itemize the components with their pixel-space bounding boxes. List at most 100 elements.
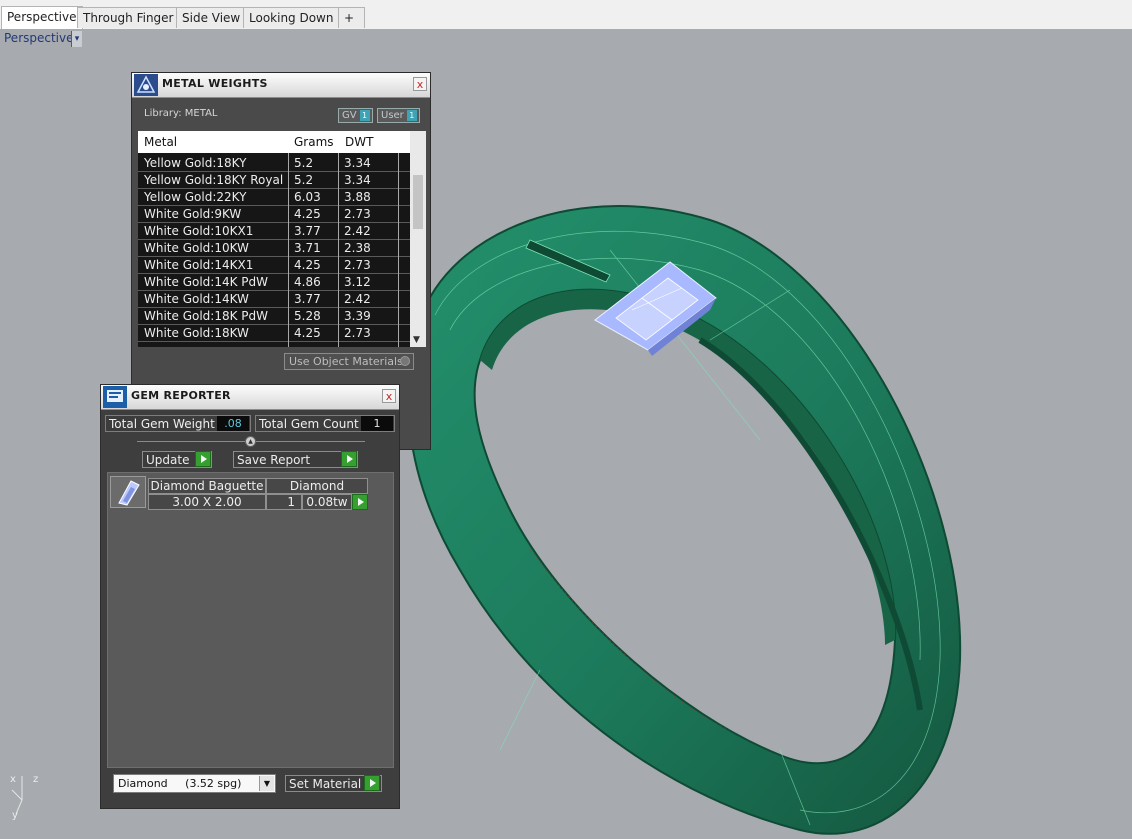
save-report-button[interactable]: Save Report — [233, 451, 358, 468]
col-divider — [288, 153, 289, 347]
metal-table-row[interactable]: White Gold:14KW 3.77 2.42 — [138, 291, 410, 308]
metal-name-cell: White Gold:18K PdW — [144, 309, 269, 323]
metal-table-scrollbar[interactable]: ▼ — [410, 131, 426, 347]
viewport-tab-bar: Perspective Through Finger Side View Loo… — [0, 0, 1132, 30]
tab-through-finger[interactable]: Through Finger — [77, 7, 180, 28]
metal-grams-cell: 6.03 — [294, 190, 321, 204]
tab-perspective[interactable]: Perspective — [1, 6, 83, 30]
col-dwt-header[interactable]: DWT — [345, 135, 373, 149]
tab-looking-down[interactable]: Looking Down — [243, 7, 340, 28]
gem-size-cell: 3.00 X 2.00 — [148, 494, 266, 510]
baguette-gem-icon — [118, 480, 140, 506]
scrollbar-thumb[interactable] — [413, 175, 423, 229]
gem-material-cell: Diamond — [266, 478, 368, 494]
gem-thumbnail[interactable] — [110, 476, 146, 508]
metal-dwt-cell: 2.73 — [344, 207, 371, 221]
world-axis-icon: z x y — [8, 770, 48, 823]
update-play-icon[interactable] — [195, 451, 211, 467]
save-report-play-icon[interactable] — [341, 451, 357, 467]
metal-weights-title: METAL WEIGHTS — [162, 77, 268, 90]
total-gem-count-label: Total Gem Count — [259, 417, 359, 431]
material-select-value: Diamond (3.52 spg) — [118, 777, 242, 790]
use-object-materials-label: Use Object Materials — [289, 355, 403, 368]
metal-name-cell: White Gold:14KX1 — [144, 258, 254, 272]
tab-side-view[interactable]: Side View — [176, 7, 247, 28]
metal-table-row[interactable]: White Gold:18K PdW 5.28 3.39 — [138, 308, 410, 325]
set-material-play-icon[interactable] — [364, 775, 380, 791]
library-label: Library: METAL — [144, 108, 218, 119]
metal-dwt-cell: 2.42 — [344, 224, 371, 238]
metal-weights-close-icon[interactable]: x — [413, 77, 427, 91]
metal-table-row[interactable]: White Gold:14KX1 4.25 2.73 — [138, 257, 410, 274]
metal-table-row[interactable]: White Gold:9KW 4.25 2.73 — [138, 206, 410, 223]
metal-grams-cell: 5.28 — [294, 309, 321, 323]
user-indicator: 1 — [406, 110, 417, 121]
chevron-down-icon[interactable]: ▼ — [259, 776, 274, 791]
gem-row-play-icon[interactable] — [352, 494, 368, 510]
gv-toggle-label: GV — [342, 110, 357, 121]
metal-grams-cell: 5.2 — [294, 173, 314, 187]
metal-table-row[interactable]: White Gold:10KX1 3.77 2.42 — [138, 223, 410, 240]
user-toggle[interactable]: User 1 — [377, 108, 420, 123]
metal-name-cell: White Gold:10KW — [144, 241, 249, 255]
viewport-menu-chevron-icon[interactable]: ▾ — [71, 31, 82, 47]
update-label: Update — [146, 453, 190, 467]
metal-weights-titlebar[interactable]: METAL WEIGHTS x — [132, 73, 430, 98]
metal-table-row[interactable]: Yellow Gold:18KY 5.2 3.34 — [138, 155, 410, 172]
metal-grams-cell: 4.86 — [294, 275, 321, 289]
metal-name-cell: Yellow Gold:18KY — [144, 156, 247, 170]
metal-dwt-cell: 2.73 — [344, 326, 371, 340]
use-object-materials-button[interactable]: Use Object Materials — [284, 353, 414, 370]
material-select[interactable]: Diamond (3.52 spg) ▼ — [113, 774, 276, 793]
metal-table-row[interactable]: White Gold:14K PdW 4.86 3.12 — [138, 274, 410, 291]
gv-indicator: 1 — [359, 110, 370, 121]
splitter-handle-icon[interactable]: ▲ — [245, 436, 256, 447]
metal-dwt-cell: 3.12 — [344, 275, 371, 289]
add-tab-button[interactable]: + — [338, 7, 365, 28]
gem-reporter-icon — [103, 386, 127, 408]
metal-grams-cell: 4.25 — [294, 326, 321, 340]
metal-grams-cell: 5.2 — [294, 156, 314, 170]
metal-name-cell: White Gold:9KW — [144, 207, 242, 221]
metal-grams-cell: 4.25 — [294, 258, 321, 272]
gem-reporter-titlebar[interactable]: GEM REPORTER x — [101, 385, 399, 410]
total-gem-count-value: 1 — [361, 416, 393, 431]
axis-x-label: x — [10, 774, 16, 785]
metal-table-row[interactable]: White Gold:10KW 3.71 2.38 — [138, 240, 410, 257]
metal-name-cell: Yellow Gold:22KY — [144, 190, 247, 204]
col-grams-header[interactable]: Grams — [294, 135, 334, 149]
total-gem-weight-label: Total Gem Weight — [109, 417, 215, 431]
col-metal-header[interactable]: Metal — [144, 135, 177, 149]
gem-list: Diamond Baguette Diamond 3.00 X 2.00 1 0… — [107, 472, 394, 768]
metal-table-row[interactable]: White Gold:18KW 4.25 2.73 — [138, 325, 410, 342]
metal-grams-cell: 3.71 — [294, 241, 321, 255]
save-report-label: Save Report — [237, 453, 311, 467]
gem-reporter-close-icon[interactable]: x — [382, 389, 396, 403]
metal-grams-cell: 4.25 — [294, 207, 321, 221]
metal-grams-cell: 3.77 — [294, 292, 321, 306]
scroll-down-icon[interactable]: ▼ — [413, 335, 420, 345]
metal-dwt-cell: 2.73 — [344, 258, 371, 272]
metal-dwt-cell: 3.88 — [344, 190, 371, 204]
col-divider — [398, 153, 399, 347]
metal-name-cell: White Gold:10KX1 — [144, 224, 254, 238]
gem-weight-cell: 0.08tw — [302, 494, 352, 510]
metal-dwt-cell: 3.34 — [344, 173, 371, 187]
user-toggle-label: User — [381, 110, 404, 121]
gv-toggle[interactable]: GV 1 — [338, 108, 373, 123]
metal-table-row[interactable]: Yellow Gold:18KY Royal 5.2 3.34 — [138, 172, 410, 189]
radio-icon — [400, 356, 410, 366]
metal-grams-cell: 3.77 — [294, 224, 321, 238]
metal-weights-table: Metal Grams DWT Yellow Gold:18KY 5.2 3.34 Y… — [138, 131, 426, 347]
ring-model[interactable] — [380, 190, 980, 835]
viewport-title[interactable]: Perspective — [0, 29, 78, 49]
gem-shape-cell: Diamond Baguette — [148, 478, 266, 494]
metal-table-row[interactable]: Yellow Gold:22KY 6.03 3.88 — [138, 189, 410, 206]
metal-dwt-cell: 2.38 — [344, 241, 371, 255]
axis-z-label: z — [33, 774, 38, 785]
metal-dwt-cell: 2.42 — [344, 292, 371, 306]
total-gem-weight-value: .08 — [217, 416, 249, 431]
metal-name-cell: Yellow Gold:18KY Royal — [144, 173, 284, 187]
metal-weights-icon — [134, 74, 158, 96]
metal-table-header: Metal Grams DWT — [138, 131, 426, 153]
